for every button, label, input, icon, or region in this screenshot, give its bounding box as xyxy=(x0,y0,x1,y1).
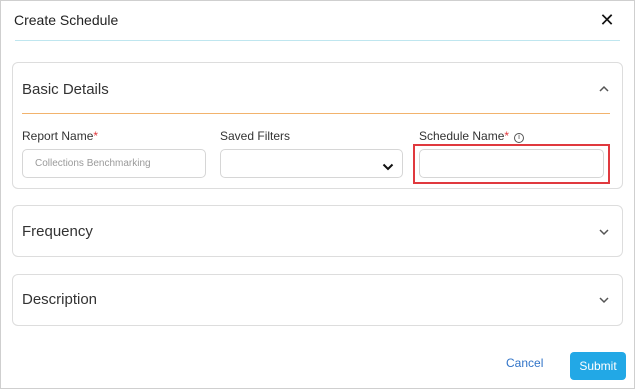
create-schedule-dialog: Create Schedule ✕ Basic Details Report N… xyxy=(0,0,635,389)
saved-filters-select[interactable] xyxy=(220,149,403,178)
chevron-down-icon xyxy=(382,159,394,171)
schedule-name-input[interactable] xyxy=(419,149,604,178)
report-name-value: Collections Benchmarking xyxy=(35,158,151,169)
report-name-label: Report Name* xyxy=(22,129,99,143)
frequency-title: Frequency xyxy=(22,223,93,240)
basic-details-panel: Basic Details Report Name* Collections B… xyxy=(12,62,623,189)
schedule-name-label: Schedule Name* i xyxy=(419,129,525,143)
chevron-down-icon[interactable] xyxy=(598,226,610,238)
header-divider xyxy=(15,40,620,41)
description-title: Description xyxy=(22,291,98,308)
cancel-button[interactable]: Cancel xyxy=(506,356,543,370)
submit-button[interactable]: Submit xyxy=(570,352,626,380)
chevron-up-icon[interactable] xyxy=(598,83,610,95)
info-icon[interactable]: i xyxy=(514,133,525,143)
frequency-panel[interactable]: Frequency xyxy=(12,205,623,257)
report-name-field[interactable]: Collections Benchmarking xyxy=(22,149,206,178)
section-divider xyxy=(22,113,610,114)
basic-details-title[interactable]: Basic Details xyxy=(22,81,109,98)
required-marker: * xyxy=(504,129,510,143)
close-icon: ✕ xyxy=(599,10,615,30)
required-marker: * xyxy=(93,129,99,143)
description-panel[interactable]: Description xyxy=(12,274,623,326)
dialog-title: Create Schedule xyxy=(14,12,119,28)
saved-filters-label: Saved Filters xyxy=(220,129,291,143)
dialog-header: Create Schedule ✕ xyxy=(14,10,621,40)
close-button[interactable]: ✕ xyxy=(597,10,617,30)
chevron-down-icon[interactable] xyxy=(598,294,610,306)
